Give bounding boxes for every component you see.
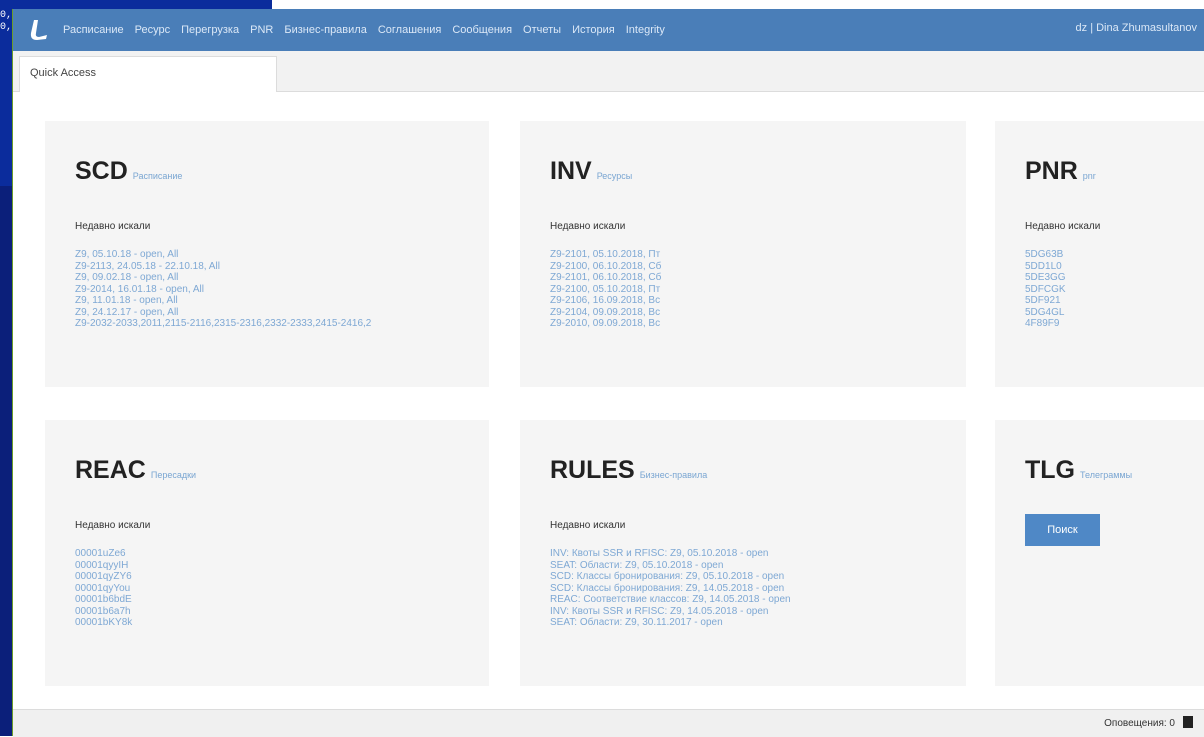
recent-searches-label: Недавно искали — [75, 221, 151, 232]
nav-item-business-rules[interactable]: Бизнес-правила — [284, 24, 366, 36]
search-button[interactable]: Поиск — [1025, 514, 1100, 546]
background-text: 0, — [0, 10, 13, 21]
recent-search-link[interactable]: 00001b6a7h — [75, 606, 132, 618]
recent-search-link[interactable]: 5DG63B — [1025, 249, 1066, 261]
background-text: 0, — [0, 22, 13, 33]
tab-bar: Quick Access — [13, 51, 1204, 92]
recent-search-link[interactable]: 00001qyyIH — [75, 560, 132, 572]
recent-search-link[interactable]: 00001uZe6 — [75, 548, 132, 560]
recent-search-link[interactable]: 00001b6bdE — [75, 594, 132, 606]
recent-search-link[interactable]: Z9, 05.10.18 - open, All — [75, 249, 371, 261]
recent-searches-label: Недавно искали — [1025, 221, 1101, 232]
recent-search-link[interactable]: Z9, 24.12.17 - open, All — [75, 307, 371, 319]
recent-search-link[interactable]: Z9, 11.01.18 - open, All — [75, 295, 371, 307]
recent-search-link[interactable]: 00001bKY8k — [75, 617, 132, 629]
nav-item-history[interactable]: История — [572, 24, 615, 36]
recent-search-link[interactable]: INV: Квоты SSR и RFISC: Z9, 14.05.2018 -… — [550, 606, 791, 618]
tab-label: Quick Access — [30, 67, 97, 79]
nav-item-schedule[interactable]: Расписание — [63, 24, 124, 36]
card-tlg: TLG Телеграммы Поиск — [995, 420, 1204, 686]
recent-search-link[interactable]: 00001qyZY6 — [75, 571, 132, 583]
top-nav-bar: Расписание Ресурс Перегрузка PNR Бизнес-… — [13, 9, 1204, 51]
nav-item-reaccommodation[interactable]: Перегрузка — [181, 24, 239, 36]
card-title: TLG Телеграммы — [1025, 456, 1133, 484]
recent-searches-label: Недавно искали — [75, 520, 151, 531]
recent-searches-list: 00001uZe6 00001qyyIH 00001qyZY6 00001qyY… — [75, 548, 132, 629]
card-title: RULES Бизнес-правила — [550, 456, 708, 484]
nav-item-integrity[interactable]: Integrity — [626, 24, 665, 36]
recent-search-link[interactable]: 5DD1L0 — [1025, 261, 1066, 273]
recent-search-link[interactable]: 4F89F9 — [1025, 318, 1066, 330]
recent-search-link[interactable]: SEAT: Области: Z9, 30.11.2017 - open — [550, 617, 791, 629]
recent-search-link[interactable]: Z9-2113, 24.05.18 - 22.10.18, All — [75, 261, 371, 273]
document-icon[interactable] — [1183, 716, 1193, 728]
nav-item-messages[interactable]: Сообщения — [452, 24, 512, 36]
card-subtitle-link[interactable]: Ресурсы — [597, 171, 633, 181]
recent-searches-label: Недавно искали — [550, 221, 626, 232]
card-pnr: PNR pnr Недавно искали 5DG63B 5DD1L0 5DE3… — [995, 121, 1204, 387]
tab-quick-access[interactable]: Quick Access — [19, 56, 277, 92]
recent-search-link[interactable]: REAC: Соответствие классов: Z9, 14.05.20… — [550, 594, 791, 606]
recent-search-link[interactable]: Z9-2101, 05.10.2018, Пт — [550, 249, 661, 261]
recent-search-link[interactable]: Z9-2101, 06.10.2018, Сб — [550, 272, 661, 284]
card-title: PNR pnr — [1025, 157, 1096, 185]
recent-search-link[interactable]: Z9-2106, 16.09.2018, Вс — [550, 295, 661, 307]
card-rules: RULES Бизнес-правила Недавно искали INV: … — [520, 420, 966, 686]
nav-item-reports[interactable]: Отчеты — [523, 24, 561, 36]
recent-search-link[interactable]: Z9-2032-2033,2011,2115-2116,2315-2316,23… — [75, 318, 371, 330]
card-subtitle-link[interactable]: Телеграммы — [1080, 470, 1132, 480]
nav-item-resource[interactable]: Ресурс — [135, 24, 170, 36]
recent-search-link[interactable]: Z9-2014, 16.01.18 - open, All — [75, 284, 371, 296]
recent-search-link[interactable]: SCD: Классы бронирования: Z9, 14.05.2018… — [550, 583, 791, 595]
recent-searches-list: 5DG63B 5DD1L0 5DE3GG 5DFCGK 5DF921 5DG4G… — [1025, 249, 1066, 330]
notifications-count[interactable]: Оповещения: 0 — [1104, 718, 1175, 729]
user-menu[interactable]: dz | Dina Zhumasultanov — [1076, 22, 1197, 34]
status-bar: Оповещения: 0 — [13, 709, 1204, 737]
recent-search-link[interactable]: SEAT: Области: Z9, 05.10.2018 - open — [550, 560, 791, 572]
recent-searches-list: Z9-2101, 05.10.2018, Пт Z9-2100, 06.10.2… — [550, 249, 661, 330]
recent-search-link[interactable]: Z9-2100, 06.10.2018, Сб — [550, 261, 661, 273]
app-window: Расписание Ресурс Перегрузка PNR Бизнес-… — [12, 9, 1204, 737]
card-subtitle-link[interactable]: Расписание — [133, 171, 183, 181]
main-menu: Расписание Ресурс Перегрузка PNR Бизнес-… — [63, 24, 676, 36]
recent-search-link[interactable]: 00001qyYou — [75, 583, 132, 595]
card-title: INV Ресурсы — [550, 157, 633, 185]
nav-item-agreements[interactable]: Соглашения — [378, 24, 442, 36]
recent-searches-list: INV: Квоты SSR и RFISC: Z9, 05.10.2018 -… — [550, 548, 791, 629]
recent-search-link[interactable]: Z9-2010, 09.09.2018, Вс — [550, 318, 661, 330]
recent-search-link[interactable]: Z9-2100, 05.10.2018, Пт — [550, 284, 661, 296]
recent-search-link[interactable]: 5DG4GL — [1025, 307, 1066, 319]
recent-searches-list: Z9, 05.10.18 - open, All Z9-2113, 24.05.… — [75, 249, 371, 330]
card-title: SCD Расписание — [75, 157, 183, 185]
card-subtitle-link[interactable]: pnr — [1083, 171, 1096, 181]
nav-item-pnr[interactable]: PNR — [250, 24, 273, 36]
recent-search-link[interactable]: 5DE3GG — [1025, 272, 1066, 284]
recent-searches-label: Недавно искали — [550, 520, 626, 531]
recent-search-link[interactable]: 5DF921 — [1025, 295, 1066, 307]
card-title: REAC Пересадки — [75, 456, 197, 484]
card-reac: REAC Пересадки Недавно искали 00001uZe6 0… — [45, 420, 489, 686]
recent-search-link[interactable]: 5DFCGK — [1025, 284, 1066, 296]
card-scd: SCD Расписание Недавно искали Z9, 05.10.1… — [45, 121, 489, 387]
recent-search-link[interactable]: INV: Квоты SSR и RFISC: Z9, 05.10.2018 -… — [550, 548, 791, 560]
card-inv: INV Ресурсы Недавно искали Z9-2101, 05.10… — [520, 121, 966, 387]
recent-search-link[interactable]: SCD: Классы бронирования: Z9, 05.10.2018… — [550, 571, 791, 583]
recent-search-link[interactable]: Z9-2104, 09.09.2018, Вс — [550, 307, 661, 319]
card-subtitle-link[interactable]: Пересадки — [151, 470, 196, 480]
card-subtitle-link[interactable]: Бизнес-правила — [640, 470, 707, 480]
recent-search-link[interactable]: Z9, 09.02.18 - open, All — [75, 272, 371, 284]
logo-icon[interactable] — [13, 9, 63, 51]
